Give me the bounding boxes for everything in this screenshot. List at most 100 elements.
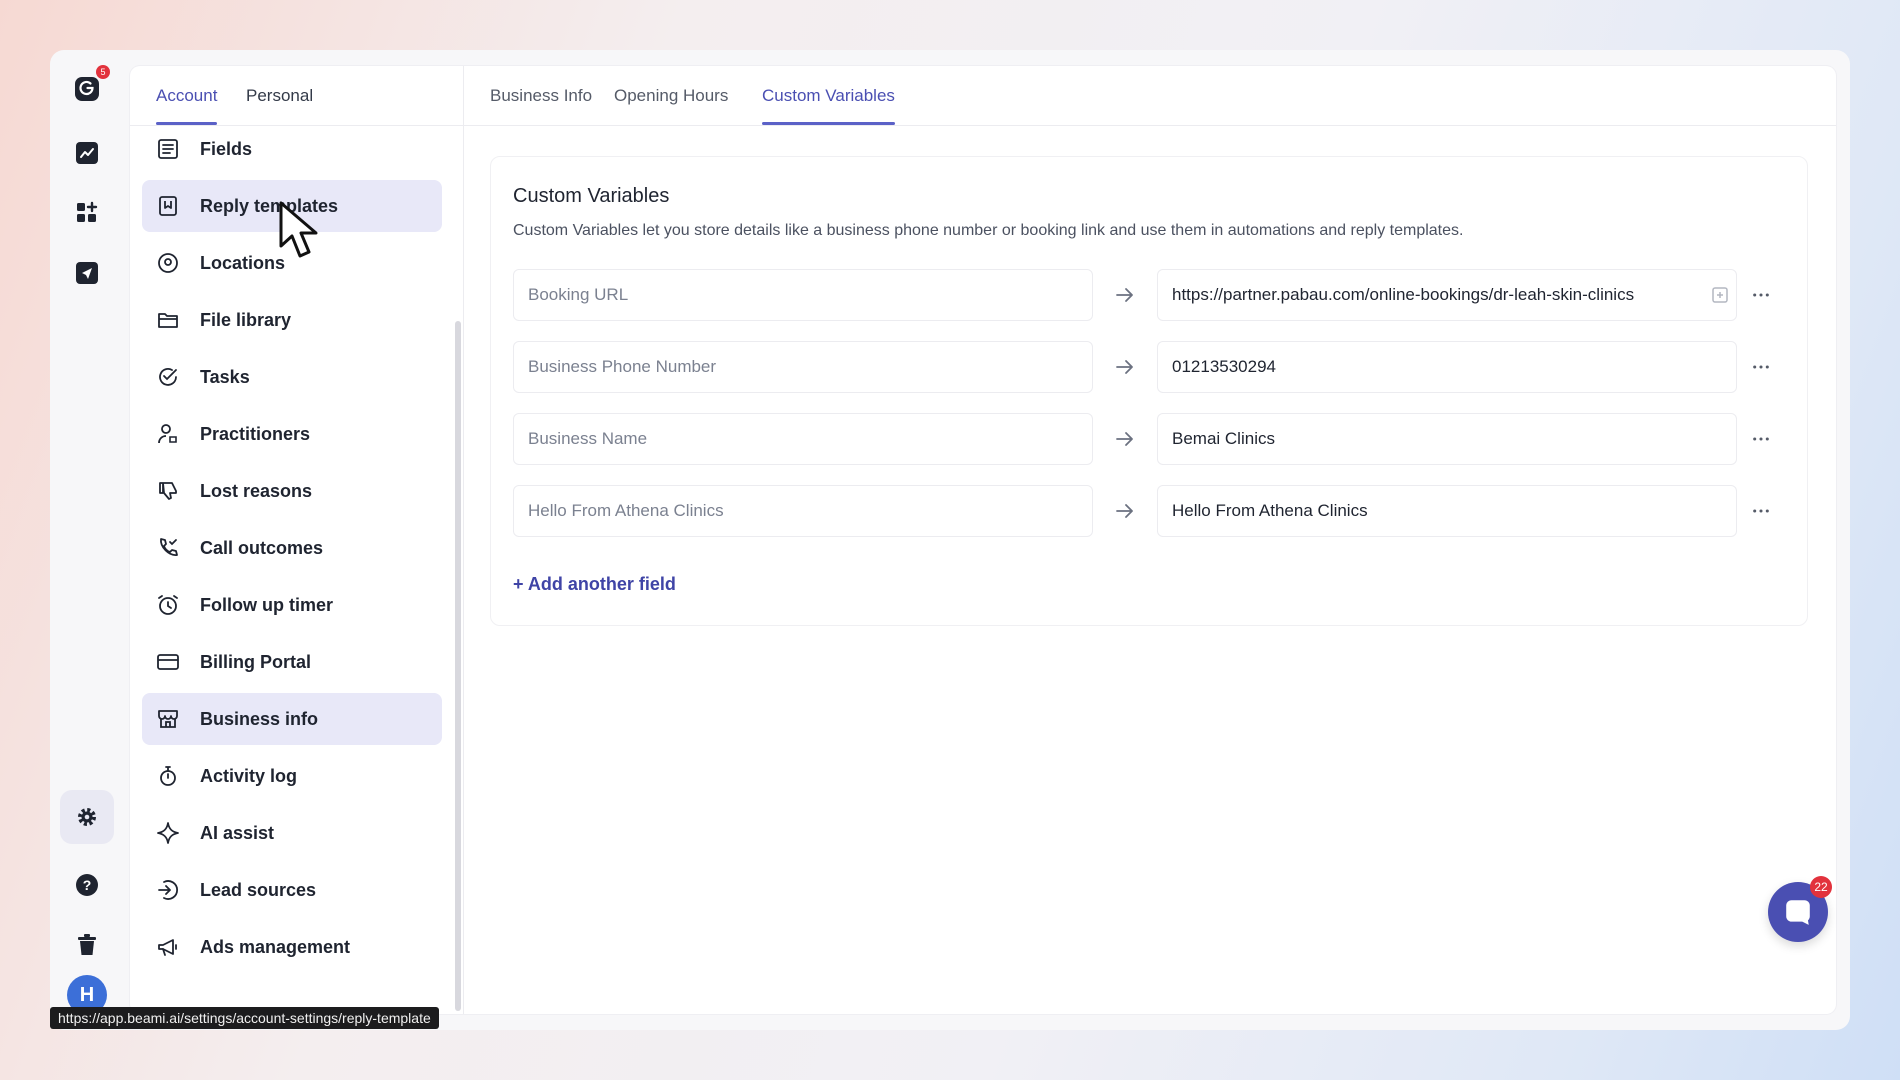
sidebar-item-activity-log[interactable]: Activity log xyxy=(142,750,442,802)
sidebar-item-file-library[interactable]: File library xyxy=(142,294,442,346)
section-description: Custom Variables let you store details l… xyxy=(513,222,1464,239)
variable-key-field[interactable]: Hello From Athena Clinics xyxy=(513,485,1093,537)
sidebar-item-label: Business info xyxy=(200,708,319,729)
phone-check-icon xyxy=(154,534,182,562)
tab-opening-hours[interactable]: Opening Hours xyxy=(614,86,728,106)
folder-icon xyxy=(154,306,182,334)
ellipsis-icon xyxy=(1753,365,1769,369)
sidebar-item-label: AI assist xyxy=(200,822,275,843)
sidebar-item-label: Lost reasons xyxy=(200,480,313,501)
sidebar-item-follow-up-timer[interactable]: Follow up timer xyxy=(142,579,442,631)
notification-badge: 5 xyxy=(96,65,110,79)
trash-icon xyxy=(78,934,96,955)
more-options-button[interactable] xyxy=(1747,281,1775,309)
sidebar-item-label: Lead sources xyxy=(200,879,317,900)
sidebar-item-lead-sources[interactable]: Lead sources xyxy=(142,864,442,916)
sidebar-item-label: File library xyxy=(200,309,292,330)
more-options-button[interactable] xyxy=(1747,353,1775,381)
gear-icon xyxy=(78,808,96,826)
analytics-button[interactable] xyxy=(68,134,106,172)
app-logo-button[interactable]: 5 xyxy=(68,65,110,108)
stopwatch-icon xyxy=(154,762,182,790)
sidebar-item-locations[interactable]: Locations xyxy=(142,237,442,289)
send-icon xyxy=(76,262,98,284)
section-title: Custom Variables xyxy=(513,185,670,207)
sidebar-item-ads-management[interactable]: Ads management xyxy=(142,921,442,973)
sidebar-item-practitioners[interactable]: Practitioners xyxy=(142,408,442,460)
variable-row: Hello From Athena Clinics Hello From Ath… xyxy=(513,485,1803,537)
sidebar-item-label: Reply templates xyxy=(200,195,339,216)
megaphone-icon xyxy=(154,933,182,961)
thumbs-down-icon xyxy=(154,477,182,505)
sidebar-item-fields[interactable]: Fields xyxy=(142,123,442,175)
sidebar-item-label: Fields xyxy=(200,138,253,159)
sidebar-item-label: Practitioners xyxy=(200,423,311,444)
sidebar-item-billing-portal[interactable]: Billing Portal xyxy=(142,636,442,688)
sidebar-item-reply-templates[interactable]: Reply templates xyxy=(142,180,442,232)
tab-custom-variables[interactable]: Custom Variables xyxy=(762,86,895,125)
sidebar-item-lost-reasons[interactable]: Lost reasons xyxy=(142,465,442,517)
sparkle-icon xyxy=(154,819,182,847)
status-bar-url: https://app.beami.ai/settings/account-se… xyxy=(50,1007,439,1029)
logo-icon xyxy=(75,77,99,101)
variable-row: Business Phone Number 01213530294 xyxy=(513,341,1803,393)
ellipsis-icon xyxy=(1753,437,1769,441)
chat-icon xyxy=(1786,900,1810,925)
arrow-right-icon xyxy=(1116,360,1133,374)
arrow-right-icon xyxy=(1116,504,1133,518)
sign-in-icon xyxy=(154,876,182,904)
arrow-right-icon xyxy=(1116,432,1133,446)
variable-key-field[interactable]: Business Phone Number xyxy=(513,341,1093,393)
settings-tabs: Account Personal xyxy=(130,66,463,126)
user-icon xyxy=(154,420,182,448)
grid-plus-icon xyxy=(77,201,98,222)
help-icon: ? xyxy=(76,874,98,896)
sidebar-item-label: Call outcomes xyxy=(200,537,324,558)
chat-badge: 22 xyxy=(1810,876,1832,898)
alarm-icon xyxy=(154,591,182,619)
campaigns-button[interactable] xyxy=(68,254,106,292)
variable-value-field[interactable]: https://partner.pabau.com/online-booking… xyxy=(1157,269,1737,321)
trash-button[interactable] xyxy=(68,926,106,964)
help-button[interactable]: ? xyxy=(68,866,106,904)
variable-value-field[interactable]: 01213530294 xyxy=(1157,341,1737,393)
sidebar-item-label: Activity log xyxy=(200,765,298,786)
sidebar-item-business-info[interactable]: Business info xyxy=(142,693,442,745)
variable-key-field[interactable]: Business Name xyxy=(513,413,1093,465)
more-options-button[interactable] xyxy=(1747,497,1775,525)
ellipsis-icon xyxy=(1753,293,1769,297)
apps-button[interactable] xyxy=(68,194,106,232)
sidebar-scrollbar[interactable] xyxy=(455,321,461,1011)
bookmark-icon xyxy=(154,192,182,220)
location-pin-icon xyxy=(154,249,182,277)
custom-variables-panel: Custom Variables Custom Variables let yo… xyxy=(490,156,1808,626)
add-field-button[interactable]: + Add another field xyxy=(513,574,676,595)
business-tabs: Business Info Opening Hours Custom Varia… xyxy=(464,66,1836,126)
sidebar-item-call-outcomes[interactable]: Call outcomes xyxy=(142,522,442,574)
copy-icon[interactable] xyxy=(1711,286,1729,304)
settings-button[interactable] xyxy=(60,790,114,844)
variable-row: Business Name Bemai Clinics xyxy=(513,413,1803,465)
tab-personal[interactable]: Personal xyxy=(246,86,313,106)
content-area: Business Info Opening Hours Custom Varia… xyxy=(464,66,1836,1014)
tab-account[interactable]: Account xyxy=(156,86,218,125)
variable-value-field[interactable]: Bemai Clinics xyxy=(1157,413,1737,465)
variable-key-field[interactable]: Booking URL xyxy=(513,269,1093,321)
sidebar-item-label: Follow up timer xyxy=(200,594,333,615)
sidebar-item-tasks[interactable]: Tasks xyxy=(142,351,442,403)
tab-business-info[interactable]: Business Info xyxy=(490,86,592,106)
ellipsis-icon xyxy=(1753,509,1769,513)
list-icon xyxy=(154,135,182,163)
chart-icon xyxy=(76,142,98,164)
arrow-right-icon xyxy=(1116,288,1133,302)
settings-sidebar: Account Personal Fields Reply templates … xyxy=(130,66,464,1014)
variable-value-field[interactable]: Hello From Athena Clinics xyxy=(1157,485,1737,537)
sidebar-item-label: Tasks xyxy=(200,366,250,387)
sidebar-item-label: Billing Portal xyxy=(200,651,312,672)
variable-row: Booking URL https://partner.pabau.com/on… xyxy=(513,269,1803,321)
left-rail: 5 ? H xyxy=(50,50,124,1030)
credit-card-icon xyxy=(154,648,182,676)
sidebar-item-ai-assist[interactable]: AI assist xyxy=(142,807,442,859)
more-options-button[interactable] xyxy=(1747,425,1775,453)
settings-card: Account Personal Fields Reply templates … xyxy=(130,66,1836,1014)
